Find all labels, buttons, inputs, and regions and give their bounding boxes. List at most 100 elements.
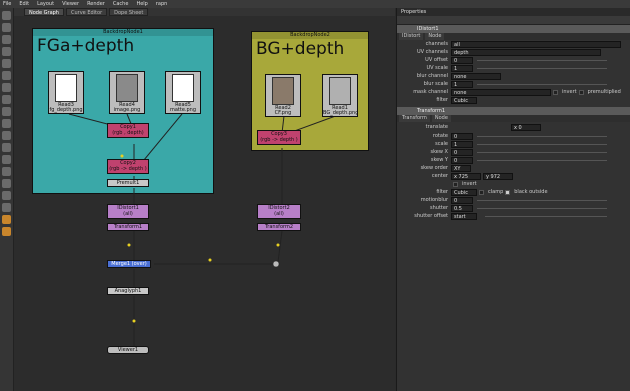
menu-help[interactable]: Help [136, 1, 147, 7]
skew-y-slider[interactable] [477, 160, 607, 161]
center-x-field[interactable]: x 725 [451, 172, 481, 180]
invert-label: invert [562, 89, 577, 95]
node-label: Read1 BG_depth.png [323, 105, 359, 116]
motionblur-slider[interactable] [477, 200, 607, 201]
read1-node[interactable]: Read1 BG_depth.png [322, 74, 358, 117]
read4-node[interactable]: Read4 image.png [109, 71, 145, 114]
anaglyph-node[interactable]: Anaglyph1 [107, 287, 149, 295]
shutter-field[interactable]: 0.5 [451, 204, 473, 212]
tab-idistort[interactable]: IDistort [399, 33, 424, 40]
uv-scale-slider[interactable] [477, 68, 607, 69]
filter-icon[interactable] [2, 71, 11, 80]
blur-channel-select[interactable]: none [451, 72, 501, 80]
toolsets-icon[interactable] [2, 167, 11, 176]
skew-order-select[interactable]: XY [451, 164, 471, 172]
tab-node[interactable]: Node [431, 115, 451, 122]
menu-rapn[interactable]: rapn [156, 1, 167, 7]
shutter-offset-select[interactable]: start [451, 212, 477, 220]
scale-field[interactable]: 1 [451, 140, 473, 148]
thumbnail [329, 77, 351, 105]
node-label: Premult1 [116, 180, 140, 186]
motionblur-field[interactable]: 0 [451, 196, 473, 204]
gizmo-icon[interactable] [2, 227, 11, 236]
keyer-icon[interactable] [2, 83, 11, 92]
node-label: Transform2 [264, 224, 294, 230]
node-name-bar: Transform1 [397, 107, 630, 115]
skew-y-field[interactable]: 0 [451, 156, 473, 164]
idistort-properties: IDistort1 IDistort Node channels all UV … [397, 25, 630, 104]
transform-icon[interactable] [2, 107, 11, 116]
draw-icon[interactable] [2, 23, 11, 32]
clamp-checkbox[interactable] [479, 189, 484, 195]
menu-render[interactable]: Render [87, 1, 105, 7]
other-icon[interactable] [2, 179, 11, 188]
tab-curve-editor[interactable]: Curve Editor [65, 8, 108, 16]
premultiplied-checkbox[interactable] [578, 89, 584, 95]
tab-node-graph[interactable]: Node Graph [24, 8, 64, 16]
rotate-slider[interactable] [477, 136, 607, 137]
channels-select[interactable]: all [451, 40, 621, 48]
tab-dope-sheet[interactable]: Dope Sheet [109, 8, 149, 16]
center-y-field[interactable]: y 972 [483, 172, 513, 180]
shutter-offset-slider[interactable] [485, 216, 607, 217]
uv-scale-field[interactable]: 1 [451, 64, 473, 72]
menu-viewer[interactable]: Viewer [62, 1, 79, 7]
invert-matrix-checkbox[interactable] [453, 181, 458, 187]
particles-icon[interactable] [2, 155, 11, 164]
scale-slider[interactable] [477, 144, 607, 145]
info-icon[interactable] [2, 203, 11, 212]
node-name[interactable]: Transform1 [417, 108, 445, 114]
menu-file[interactable]: File [3, 1, 11, 7]
skew-x-slider[interactable] [477, 152, 607, 153]
read2-node[interactable]: Read2 CF.png [265, 74, 301, 117]
color-icon[interactable] [2, 59, 11, 68]
uv-offset-field[interactable]: 0 [451, 56, 473, 64]
shutter-slider[interactable] [477, 208, 607, 209]
premult-node[interactable]: Premult1 [107, 179, 149, 187]
metadata-icon[interactable] [2, 143, 11, 152]
plugin-icon[interactable] [2, 215, 11, 224]
rotate-field[interactable]: 0 [451, 132, 473, 140]
transform-properties: Transform1 Transform Node translate x 0 … [397, 107, 630, 220]
skew-y-row: skew Y 0 [397, 156, 630, 164]
black-outside-checkbox[interactable] [505, 189, 511, 195]
node-graph[interactable]: BackdropNode1 FGa+depth BackdropNode2 BG… [14, 16, 395, 391]
idistort1-node[interactable]: IDistort1 (all) [107, 204, 149, 219]
views-icon[interactable] [2, 131, 11, 140]
3d-icon[interactable] [2, 119, 11, 128]
time-icon[interactable] [2, 35, 11, 44]
menu-cache[interactable]: Cache [113, 1, 129, 7]
blur-scale-slider[interactable] [477, 84, 607, 85]
translate-x-field[interactable]: x 0 [511, 123, 541, 131]
uv-scale-label: UV scale [426, 65, 448, 71]
invert-checkbox[interactable] [553, 89, 558, 95]
uv-offset-slider[interactable] [477, 60, 607, 61]
merge-node[interactable]: Merge1 (over) [107, 260, 151, 268]
transform2-node[interactable]: Transform2 [257, 223, 301, 231]
read5-node[interactable]: Read5 matte.png [165, 71, 201, 114]
furnace-icon[interactable] [2, 191, 11, 200]
copy3-node[interactable]: Copy3 (rgb -> depth ) [257, 130, 301, 145]
transform1-node[interactable]: Transform1 [107, 223, 149, 231]
copy2-node[interactable]: Copy2 (rgb -> depth ) [107, 159, 149, 174]
read3-node[interactable]: Read3 fg_depth.png [48, 71, 84, 114]
skew-x-field[interactable]: 0 [451, 148, 473, 156]
filter-select[interactable]: Cubic [451, 96, 477, 104]
mask-channel-select[interactable]: none [451, 88, 551, 96]
idistort2-node[interactable]: IDistort2 (all) [257, 204, 301, 219]
image-icon[interactable] [2, 11, 11, 20]
tab-node[interactable]: Node [425, 33, 445, 40]
viewer-node[interactable]: Viewer1 [107, 346, 149, 354]
menu-edit[interactable]: Edit [19, 1, 29, 7]
translate-gizmo[interactable]: translate x 0 [397, 122, 630, 132]
filter-select[interactable]: Cubic [451, 188, 477, 196]
uv-channels-select[interactable]: depth [451, 48, 601, 56]
copy1-node[interactable]: Copy1 (rgb , depth) [107, 123, 149, 138]
merge-icon[interactable] [2, 95, 11, 104]
blur-scale-field[interactable]: 1 [451, 80, 473, 88]
channel-icon[interactable] [2, 47, 11, 56]
node-name[interactable]: IDistort1 [417, 26, 439, 32]
tab-transform[interactable]: Transform [399, 115, 430, 122]
menu-layout[interactable]: Layout [37, 1, 54, 7]
node-label: Read2 CF.png [274, 105, 292, 116]
